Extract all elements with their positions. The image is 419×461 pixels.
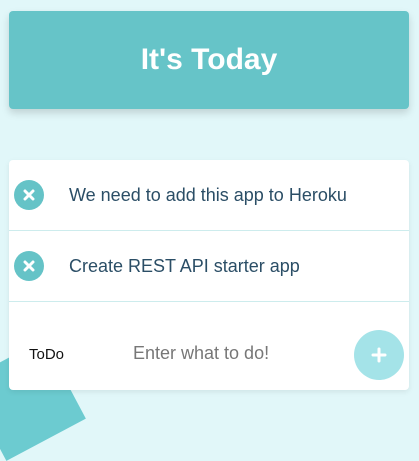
todo-input-label: ToDo: [29, 346, 65, 363]
close-icon: [23, 189, 35, 201]
plus-icon: [371, 347, 387, 363]
todo-input[interactable]: [129, 338, 347, 368]
close-icon: [23, 260, 35, 272]
todo-card: We need to add this app to Heroku Create…: [9, 160, 409, 390]
app-header: It's Today: [9, 11, 409, 109]
remove-todo-button[interactable]: [14, 251, 44, 281]
add-todo-button[interactable]: [354, 330, 404, 380]
todo-composer: ToDo: [9, 302, 409, 390]
todo-text: Create REST API starter app: [69, 255, 300, 276]
todo-item: We need to add this app to Heroku: [9, 160, 409, 231]
todo-text: We need to add this app to Heroku: [69, 184, 347, 205]
remove-todo-button[interactable]: [14, 180, 44, 210]
todo-item: Create REST API starter app: [9, 231, 409, 302]
page-title: It's Today: [140, 43, 278, 76]
